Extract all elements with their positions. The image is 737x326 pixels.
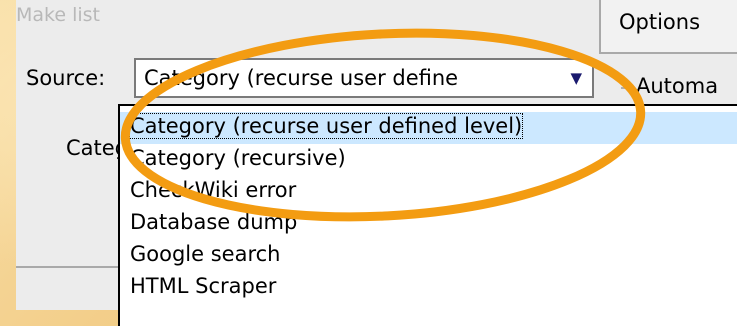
dropdown-arrow-icon[interactable]: ▼ [570, 69, 582, 87]
option-html-scraper[interactable]: HTML Scraper [120, 272, 737, 304]
option-category-recursive[interactable]: Category (recursive) [120, 144, 737, 176]
source-combobox-value: Category (recurse user define [144, 66, 459, 90]
option-category-recurse-user-defined[interactable]: Category (recurse user defined level) [120, 112, 737, 144]
option-label: Category (recursive) [130, 146, 346, 170]
option-checkwiki-error[interactable]: CheckWiki error [120, 176, 737, 208]
source-label: Source: [26, 66, 106, 90]
option-database-dump[interactable]: Database dump [120, 208, 737, 240]
option-label: Category (recurse user defined level) [128, 113, 524, 139]
option-label: Google search [130, 242, 281, 266]
tab-options[interactable]: Options [599, 0, 737, 54]
option-label: CheckWiki error [130, 178, 297, 202]
source-combobox[interactable]: Category (recurse user define ▼ [134, 58, 594, 98]
option-label: HTML Scraper [130, 274, 277, 298]
option-label: Database dump [130, 210, 298, 234]
source-dropdown-list[interactable]: Category (recurse user defined level) Ca… [118, 104, 737, 326]
group-divider [16, 266, 134, 268]
groupbox-border [621, 87, 633, 89]
tab-options-label: Options [619, 10, 701, 34]
automatic-groupbox-label: Automa [636, 74, 719, 98]
make-list-group-title: Make list [16, 4, 100, 26]
option-google-search[interactable]: Google search [120, 240, 737, 272]
